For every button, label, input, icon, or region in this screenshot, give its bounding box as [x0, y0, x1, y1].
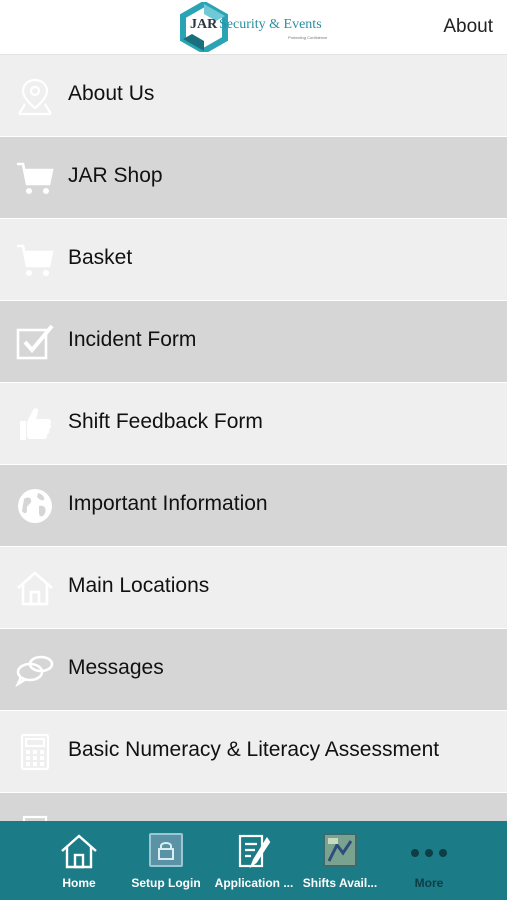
tab-more[interactable]: More [385, 821, 473, 900]
jar-logo[interactable]: JAR Security & Events Protecting Confide… [178, 0, 338, 54]
menu-item-label: Incident Form [68, 328, 197, 351]
bottom-tab-bar: Home Setup Login Application ... Shifts … [0, 821, 507, 900]
globe-icon [18, 489, 52, 523]
menu-item-label: Basic Numeracy & Literacy Assessment [68, 738, 440, 761]
menu-item-jar-shop[interactable]: JAR Shop [0, 137, 507, 219]
calculator-icon [20, 733, 50, 771]
logo-brand-name: Security & Events [219, 17, 322, 32]
shifts-thumbnail [323, 833, 357, 867]
logo-brand-jar: JAR [190, 17, 218, 32]
menu-item-numeracy-literacy-assessment[interactable]: Basic Numeracy & Literacy Assessment [0, 711, 507, 793]
menu-item-messages[interactable]: Messages [0, 629, 507, 711]
menu-item-label: Basket [68, 246, 133, 269]
tab-label: Application ... [214, 876, 294, 890]
home-icon [61, 834, 97, 869]
edit-document-icon [238, 834, 271, 869]
tab-home[interactable]: Home [35, 821, 123, 900]
menu-item-incident-form[interactable]: Incident Form [0, 301, 507, 383]
menu-item-shift-feedback-form[interactable]: Shift Feedback Form [0, 383, 507, 465]
menu-item-label: About Us [68, 82, 155, 105]
menu-item-important-information[interactable]: Important Information [0, 465, 507, 547]
header-about-link[interactable]: About [443, 16, 493, 38]
menu-item-about-us[interactable]: About Us [0, 55, 507, 137]
checkbox-icon [16, 324, 54, 360]
menu-item-label: Important Information [68, 492, 268, 515]
home-icon [17, 571, 53, 606]
chat-bubbles-icon [15, 655, 54, 688]
tab-label: Shifts Avail... [302, 876, 378, 890]
thumbs-up-icon [20, 408, 52, 440]
tab-shifts-available[interactable]: Shifts Avail... [296, 821, 384, 900]
more-dots-icon [411, 849, 447, 857]
cart-icon [17, 244, 54, 276]
setup-login-thumbnail [149, 833, 183, 867]
menu-item-label: JAR Shop [68, 164, 163, 187]
logo-tagline: Protecting Confidence [288, 35, 328, 40]
menu-item-partial[interactable] [0, 793, 507, 821]
menu-item-label: Main Locations [68, 574, 210, 597]
tab-application[interactable]: Application ... [210, 821, 298, 900]
main-menu: About Us JAR Shop Basket Incident Form S… [0, 55, 507, 821]
menu-item-label: Shift Feedback Form [68, 410, 263, 433]
tab-label: More [414, 876, 444, 890]
tab-label: Setup Login [131, 876, 201, 890]
menu-item-main-locations[interactable]: Main Locations [0, 547, 507, 629]
menu-item-label: Messages [68, 656, 164, 679]
cart-icon [17, 162, 54, 194]
menu-item-basket[interactable]: Basket [0, 219, 507, 301]
tab-label: Home [62, 876, 96, 890]
app-header: JAR Security & Events Protecting Confide… [0, 0, 507, 55]
map-pin-icon [18, 78, 52, 116]
tab-setup-login[interactable]: Setup Login [122, 821, 210, 900]
document-icon [22, 815, 48, 821]
